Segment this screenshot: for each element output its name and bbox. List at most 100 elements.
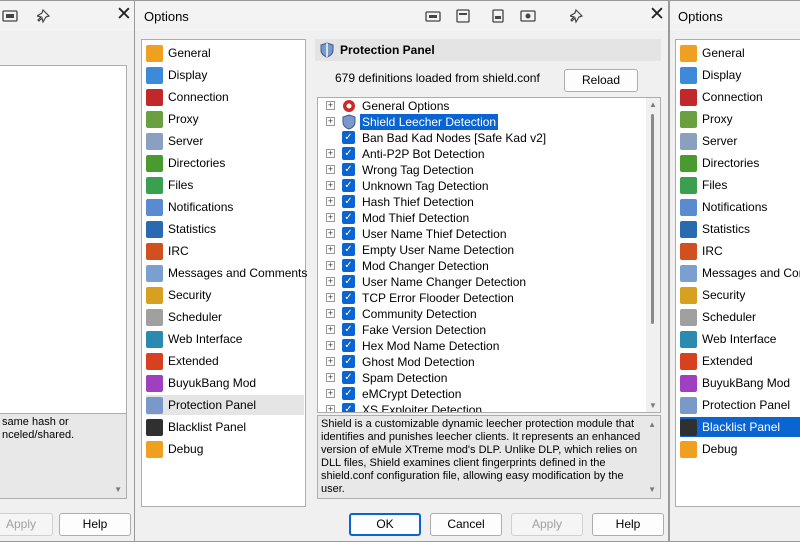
tree-item[interactable]: + ✓ Mod Thief Detection <box>318 210 648 226</box>
checkbox-checked-icon[interactable]: ✓ <box>342 275 355 288</box>
nav-item-blacklist[interactable]: Blacklist Panel <box>680 417 800 437</box>
pin-icon[interactable] <box>35 8 53 24</box>
expand-icon[interactable]: + <box>326 309 335 318</box>
checkbox-checked-icon[interactable]: ✓ <box>342 227 355 240</box>
expand-icon[interactable]: + <box>326 373 335 382</box>
expand-icon[interactable]: + <box>326 165 335 174</box>
nav-item-messages[interactable]: Messages and Comments <box>146 263 307 283</box>
screenshot-icon[interactable] <box>520 8 536 24</box>
nav-item-scheduler[interactable]: Scheduler <box>680 307 800 327</box>
checkbox-checked-icon[interactable]: ✓ <box>342 339 355 352</box>
help-button[interactable]: Help <box>592 513 664 536</box>
nav-item-general[interactable]: General <box>146 43 304 63</box>
expand-icon[interactable]: + <box>326 341 335 350</box>
window-icon[interactable] <box>2 8 18 24</box>
nav-item-server[interactable]: Server <box>146 131 304 151</box>
nav-item-display[interactable]: Display <box>146 65 304 85</box>
expand-icon[interactable]: + <box>326 389 335 398</box>
tree-item[interactable]: + General Options <box>318 98 648 114</box>
expand-icon[interactable]: + <box>326 405 335 412</box>
checkbox-checked-icon[interactable]: ✓ <box>342 259 355 272</box>
checkbox-checked-icon[interactable]: ✓ <box>342 387 355 400</box>
expand-icon[interactable]: + <box>326 357 335 366</box>
nav-item-debug[interactable]: Debug <box>146 439 304 459</box>
nav-item-protection[interactable]: Protection Panel <box>680 395 800 415</box>
tree-item[interactable]: + ✓ Mod Changer Detection <box>318 258 648 274</box>
checkbox-checked-icon[interactable]: ✓ <box>342 323 355 336</box>
expand-icon[interactable]: + <box>326 149 335 158</box>
nav-item-irc[interactable]: IRC <box>680 241 800 261</box>
ok-button[interactable]: OK <box>349 513 421 536</box>
nav-item-server[interactable]: Server <box>680 131 800 151</box>
checkbox-checked-icon[interactable]: ✓ <box>342 163 355 176</box>
nav-item-scheduler[interactable]: Scheduler <box>146 307 304 327</box>
expand-icon[interactable]: + <box>326 245 335 254</box>
expand-icon[interactable]: + <box>326 197 335 206</box>
nav-item-notifications[interactable]: Notifications <box>680 197 800 217</box>
left-help-button[interactable]: Help <box>59 513 131 536</box>
checkbox-checked-icon[interactable]: ✓ <box>342 291 355 304</box>
nav-item-buyukbang[interactable]: BuyukBang Mod <box>146 373 304 393</box>
checkbox-checked-icon[interactable]: ✓ <box>342 147 355 160</box>
apply-button[interactable]: Apply <box>511 513 583 536</box>
close-icon[interactable]: ✕ <box>116 4 132 26</box>
tree-item[interactable]: + ✓ Fake Version Detection <box>318 322 648 338</box>
minimize-window-icon[interactable] <box>490 8 506 24</box>
nav-item-debug[interactable]: Debug <box>680 439 800 459</box>
expand-icon[interactable]: + <box>326 213 335 222</box>
expand-icon[interactable]: + <box>326 293 335 302</box>
tree-scrollbar[interactable]: ▲ ▼ <box>646 98 660 412</box>
desc-scroll-up-arrow-icon[interactable]: ▲ <box>648 418 656 431</box>
tree-item[interactable]: + ✓ Spam Detection <box>318 370 648 386</box>
desc-scroll-down-arrow-icon[interactable]: ▼ <box>648 483 656 496</box>
checkbox-checked-icon[interactable]: ✓ <box>342 179 355 192</box>
nav-item-notifications[interactable]: Notifications <box>146 197 304 217</box>
nav-item-files[interactable]: Files <box>680 175 800 195</box>
nav-item-protection[interactable]: Protection Panel <box>146 395 304 415</box>
nav-item-extended[interactable]: Extended <box>146 351 304 371</box>
checkbox-checked-icon[interactable]: ✓ <box>342 243 355 256</box>
checkbox-checked-icon[interactable]: ✓ <box>342 371 355 384</box>
nav-item-directories[interactable]: Directories <box>680 153 800 173</box>
nav-item-general[interactable]: General <box>680 43 800 63</box>
checkbox-checked-icon[interactable]: ✓ <box>342 307 355 320</box>
checkbox-checked-icon[interactable]: ✓ <box>342 355 355 368</box>
reload-button[interactable]: Reload <box>564 69 638 92</box>
checkbox-checked-icon[interactable]: ✓ <box>342 211 355 224</box>
left-apply-button[interactable]: Apply <box>0 513 53 536</box>
nav-item-statistics[interactable]: Statistics <box>146 219 304 239</box>
nav-item-statistics[interactable]: Statistics <box>680 219 800 239</box>
compact-view-icon[interactable] <box>425 8 441 24</box>
tree-item[interactable]: + ✓ eMCrypt Detection <box>318 386 648 402</box>
restore-icon[interactable] <box>455 8 471 24</box>
expand-icon[interactable]: + <box>326 117 335 126</box>
tree-item[interactable]: + ✓ User Name Thief Detection <box>318 226 648 242</box>
tree-item[interactable]: + ✓ Empty User Name Detection <box>318 242 648 258</box>
nav-item-proxy[interactable]: Proxy <box>680 109 800 129</box>
scroll-down-arrow-icon[interactable]: ▼ <box>114 483 122 496</box>
expand-icon[interactable]: + <box>326 229 335 238</box>
nav-item-buyukbang[interactable]: BuyukBang Mod <box>680 373 800 393</box>
pin-icon[interactable] <box>568 8 586 24</box>
nav-item-directories[interactable]: Directories <box>146 153 304 173</box>
tree-item[interactable]: + ✓ Ghost Mod Detection <box>318 354 648 370</box>
tree-item[interactable]: + ✓ Unknown Tag Detection <box>318 178 648 194</box>
tree-item[interactable]: + ✓ Hex Mod Name Detection <box>318 338 648 354</box>
nav-item-irc[interactable]: IRC <box>146 241 304 261</box>
nav-item-security[interactable]: Security <box>680 285 800 305</box>
tree-item[interactable]: + Shield Leecher Detection <box>318 114 648 130</box>
nav-item-web-interface[interactable]: Web Interface <box>146 329 304 349</box>
expand-icon[interactable]: + <box>326 277 335 286</box>
nav-item-messages[interactable]: Messages and Comments <box>680 263 800 283</box>
expand-icon[interactable]: + <box>326 181 335 190</box>
checkbox-checked-icon[interactable]: ✓ <box>342 403 355 412</box>
tree-item[interactable]: + ✓ Community Detection <box>318 306 648 322</box>
tree-item[interactable]: + ✓ User Name Changer Detection <box>318 274 648 290</box>
tree-item[interactable]: ✓ Ban Bad Kad Nodes [Safe Kad v2] <box>318 130 648 146</box>
nav-item-web-interface[interactable]: Web Interface <box>680 329 800 349</box>
tree-item[interactable]: + ✓ XS Exploiter Detection <box>318 402 648 412</box>
nav-item-connection[interactable]: Connection <box>146 87 304 107</box>
expand-icon[interactable]: + <box>326 261 335 270</box>
cancel-button[interactable]: Cancel <box>430 513 502 536</box>
scroll-down-arrow-icon[interactable]: ▼ <box>649 401 657 410</box>
